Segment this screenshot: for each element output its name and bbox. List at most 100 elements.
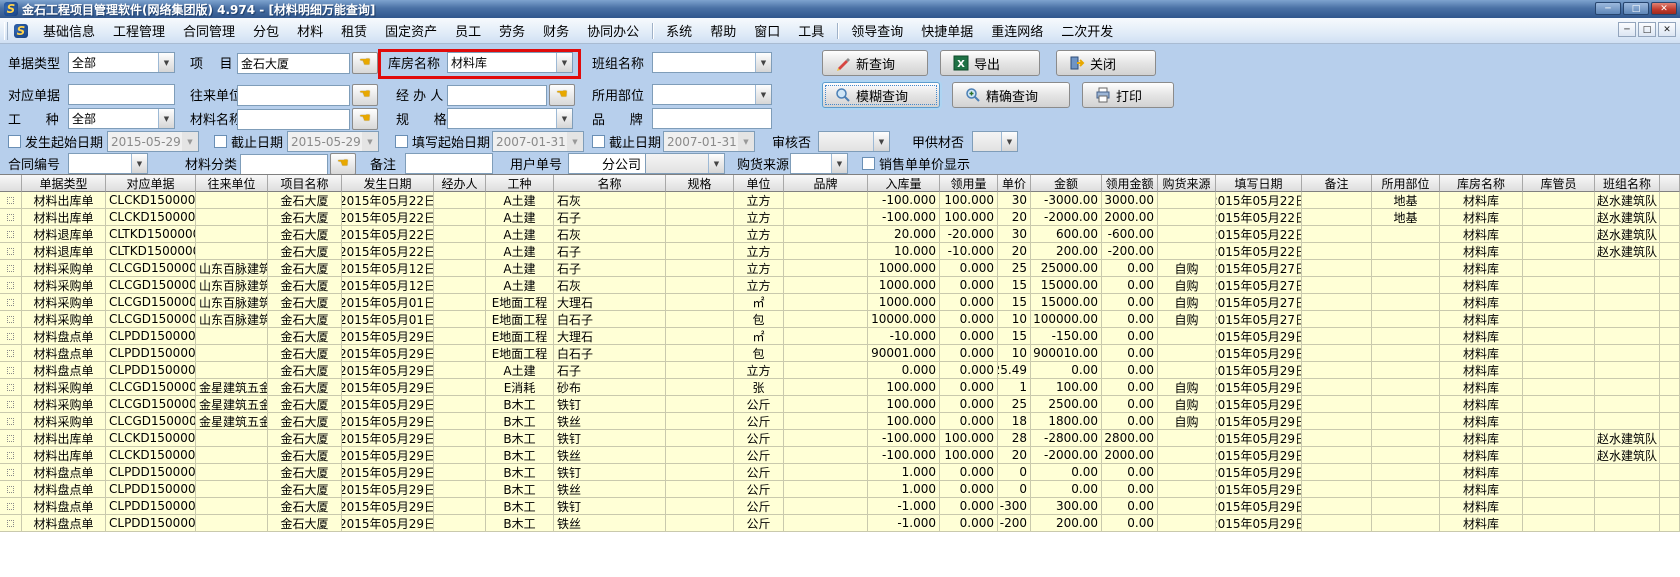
cell[interactable] — [1523, 498, 1595, 515]
cell[interactable]: 材料采购单 — [22, 260, 106, 277]
cell[interactable]: 材料库 — [1440, 328, 1523, 345]
cell[interactable]: 赵水建筑队 — [1595, 447, 1660, 464]
cell[interactable] — [1660, 311, 1680, 328]
cell[interactable]: 金石大厦 — [268, 481, 342, 498]
cell[interactable] — [1158, 362, 1216, 379]
fuzzy-query-button[interactable]: 模糊查询 — [822, 82, 940, 108]
cell[interactable]: 15 — [998, 328, 1031, 345]
cell[interactable] — [1372, 464, 1440, 481]
cell[interactable] — [1595, 260, 1660, 277]
chevron-down-icon[interactable]: ▼ — [1001, 132, 1017, 151]
cell[interactable] — [1595, 311, 1660, 328]
chevron-down-icon[interactable]: ▼ — [567, 132, 583, 151]
cell[interactable] — [666, 277, 734, 294]
cell[interactable]: 28 — [998, 430, 1031, 447]
cell[interactable] — [666, 481, 734, 498]
cell[interactable] — [434, 464, 486, 481]
cell[interactable]: 石灰 — [554, 277, 666, 294]
menu-item-快捷单据[interactable]: 快捷单据 — [912, 18, 982, 43]
menu-item-固定资产[interactable]: 固定资产 — [376, 18, 446, 43]
row-selector[interactable] — [0, 328, 22, 345]
cell[interactable]: CLPDD150000001 — [106, 362, 196, 379]
cell[interactable] — [434, 515, 486, 532]
branch-combo[interactable]: ▼ — [645, 153, 725, 174]
menu-item-工具[interactable]: 工具 — [789, 18, 833, 43]
cell[interactable] — [1158, 243, 1216, 260]
cell[interactable]: 15 — [998, 294, 1031, 311]
cell[interactable]: 25000.00 — [1031, 260, 1102, 277]
cell[interactable] — [196, 209, 268, 226]
cell[interactable]: 0.000 — [940, 481, 998, 498]
cell[interactable]: 公斤 — [734, 430, 784, 447]
cell[interactable]: 0.00 — [1102, 498, 1158, 515]
cell[interactable] — [1372, 362, 1440, 379]
cell[interactable] — [1372, 277, 1440, 294]
cell[interactable]: 石子 — [554, 362, 666, 379]
cell[interactable]: B木工 — [486, 430, 554, 447]
cell[interactable]: E地面工程 — [486, 345, 554, 362]
used-part-combo[interactable]: ▼ — [652, 84, 772, 105]
column-header-所用部位[interactable]: 所用部位 — [1372, 175, 1440, 192]
cell[interactable]: 金石大厦 — [268, 515, 342, 532]
cell[interactable]: 2015年05月01日 — [342, 294, 434, 311]
mdi-restore-button[interactable]: □ — [1638, 22, 1656, 37]
cell[interactable]: 2015年05月29日 — [1216, 447, 1302, 464]
row-selector[interactable] — [0, 379, 22, 396]
cell[interactable] — [1595, 345, 1660, 362]
menu-item-合同管理[interactable]: 合同管理 — [174, 18, 244, 43]
menu-item-基础信息[interactable]: 基础信息 — [34, 18, 104, 43]
cell[interactable] — [434, 277, 486, 294]
cell[interactable]: CLPDD150000003 — [106, 515, 196, 532]
cell[interactable] — [434, 226, 486, 243]
cell[interactable]: 0.000 — [940, 294, 998, 311]
cell[interactable] — [1372, 379, 1440, 396]
cell[interactable]: 3000.00 — [1102, 192, 1158, 209]
cell[interactable] — [1523, 260, 1595, 277]
cell[interactable]: 100.000 — [940, 209, 998, 226]
menu-item-二次开发[interactable]: 二次开发 — [1052, 18, 1122, 43]
fill-end-datepicker[interactable]: 2007-01-31▼ — [663, 131, 755, 152]
cell[interactable]: B木工 — [486, 481, 554, 498]
cell[interactable] — [1660, 294, 1680, 311]
cell[interactable]: 白石子 — [554, 311, 666, 328]
cell[interactable] — [666, 260, 734, 277]
purchase-source-combo[interactable]: ▼ — [790, 153, 848, 174]
cell[interactable]: A土建 — [486, 277, 554, 294]
cell[interactable]: 1000.000 — [868, 277, 940, 294]
cell[interactable]: -100.000 — [868, 209, 940, 226]
cell[interactable]: -300 — [998, 498, 1031, 515]
cell[interactable] — [434, 430, 486, 447]
cell[interactable]: 2015年05月22日 — [342, 226, 434, 243]
cell[interactable]: 材料库 — [1440, 515, 1523, 532]
cell[interactable] — [434, 413, 486, 430]
column-header-发生日期[interactable]: 发生日期 — [342, 175, 434, 192]
fill-start-datepicker[interactable]: 2007-01-31▼ — [492, 131, 584, 152]
cell[interactable]: 2015年05月29日 — [1216, 345, 1302, 362]
cell[interactable] — [1302, 379, 1372, 396]
cell[interactable]: CLCGD150000006 — [106, 396, 196, 413]
cell[interactable]: -10.000 — [940, 243, 998, 260]
cell[interactable]: CLCGD150000006 — [106, 379, 196, 396]
cell[interactable]: ㎡ — [734, 294, 784, 311]
cell[interactable] — [1660, 226, 1680, 243]
cell[interactable]: -150.00 — [1031, 328, 1102, 345]
cell[interactable]: CLTKD150000001 — [106, 243, 196, 260]
cell[interactable] — [1595, 379, 1660, 396]
cell[interactable]: 材料库 — [1440, 396, 1523, 413]
cell[interactable]: CLTKD150000001 — [106, 226, 196, 243]
cell[interactable]: 材料库 — [1440, 209, 1523, 226]
cell[interactable] — [1302, 413, 1372, 430]
cell[interactable]: 材料库 — [1440, 294, 1523, 311]
cell[interactable]: 2015年05月29日 — [1216, 396, 1302, 413]
cell[interactable] — [196, 192, 268, 209]
cell[interactable]: 2015年05月29日 — [342, 345, 434, 362]
cell[interactable] — [666, 311, 734, 328]
cell[interactable]: 2015年05月27日 — [1216, 260, 1302, 277]
cell[interactable]: 材料退库单 — [22, 243, 106, 260]
cell[interactable]: A土建 — [486, 260, 554, 277]
cell[interactable]: 材料库 — [1440, 379, 1523, 396]
cell[interactable]: 2015年05月29日 — [342, 515, 434, 532]
cell[interactable] — [1302, 311, 1372, 328]
cell[interactable] — [1660, 396, 1680, 413]
cell[interactable]: 材料退库单 — [22, 226, 106, 243]
